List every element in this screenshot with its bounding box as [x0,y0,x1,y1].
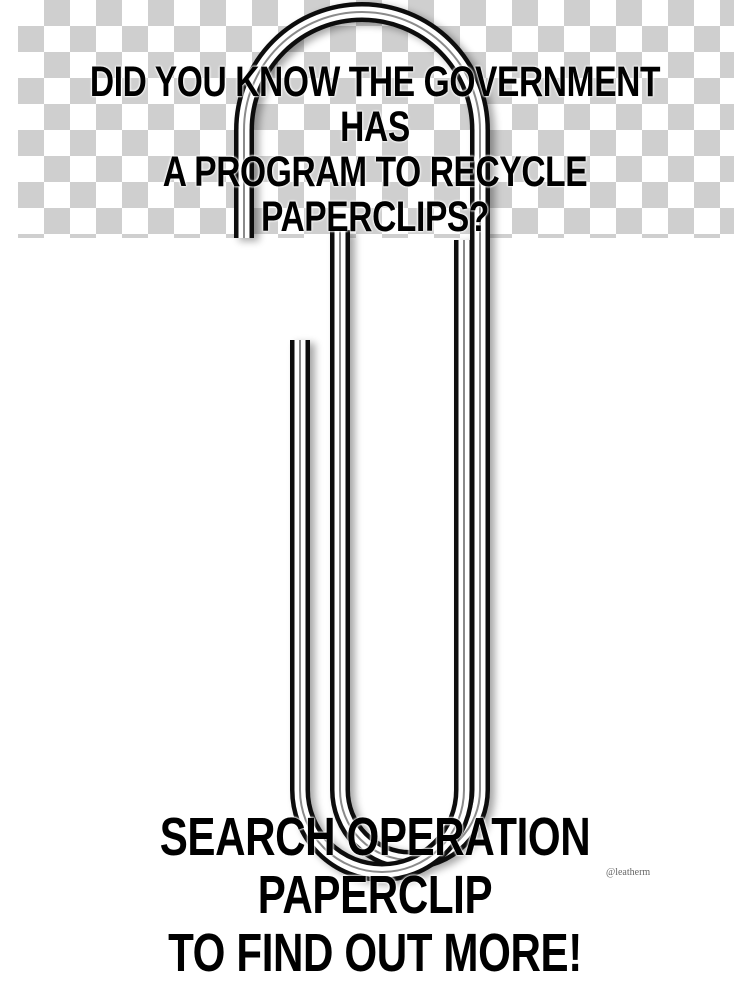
top-caption: DID YOU KNOW THE GOVERNMENT HAS A PROGRA… [83,60,668,240]
bottom-caption-line-2: TO FIND OUT MORE! [168,923,582,983]
watermark: @leatherm [606,867,651,878]
top-caption-line-1: DID YOU KNOW THE GOVERNMENT HAS [89,58,661,151]
bottom-caption: SEARCH OPERATION PAPERCLIP TO FIND OUT M… [83,808,668,982]
bottom-caption-line-1: SEARCH OPERATION PAPERCLIP [159,807,591,925]
top-caption-line-2: A PROGRAM TO RECYCLE PAPERCLIPS? [162,148,588,241]
